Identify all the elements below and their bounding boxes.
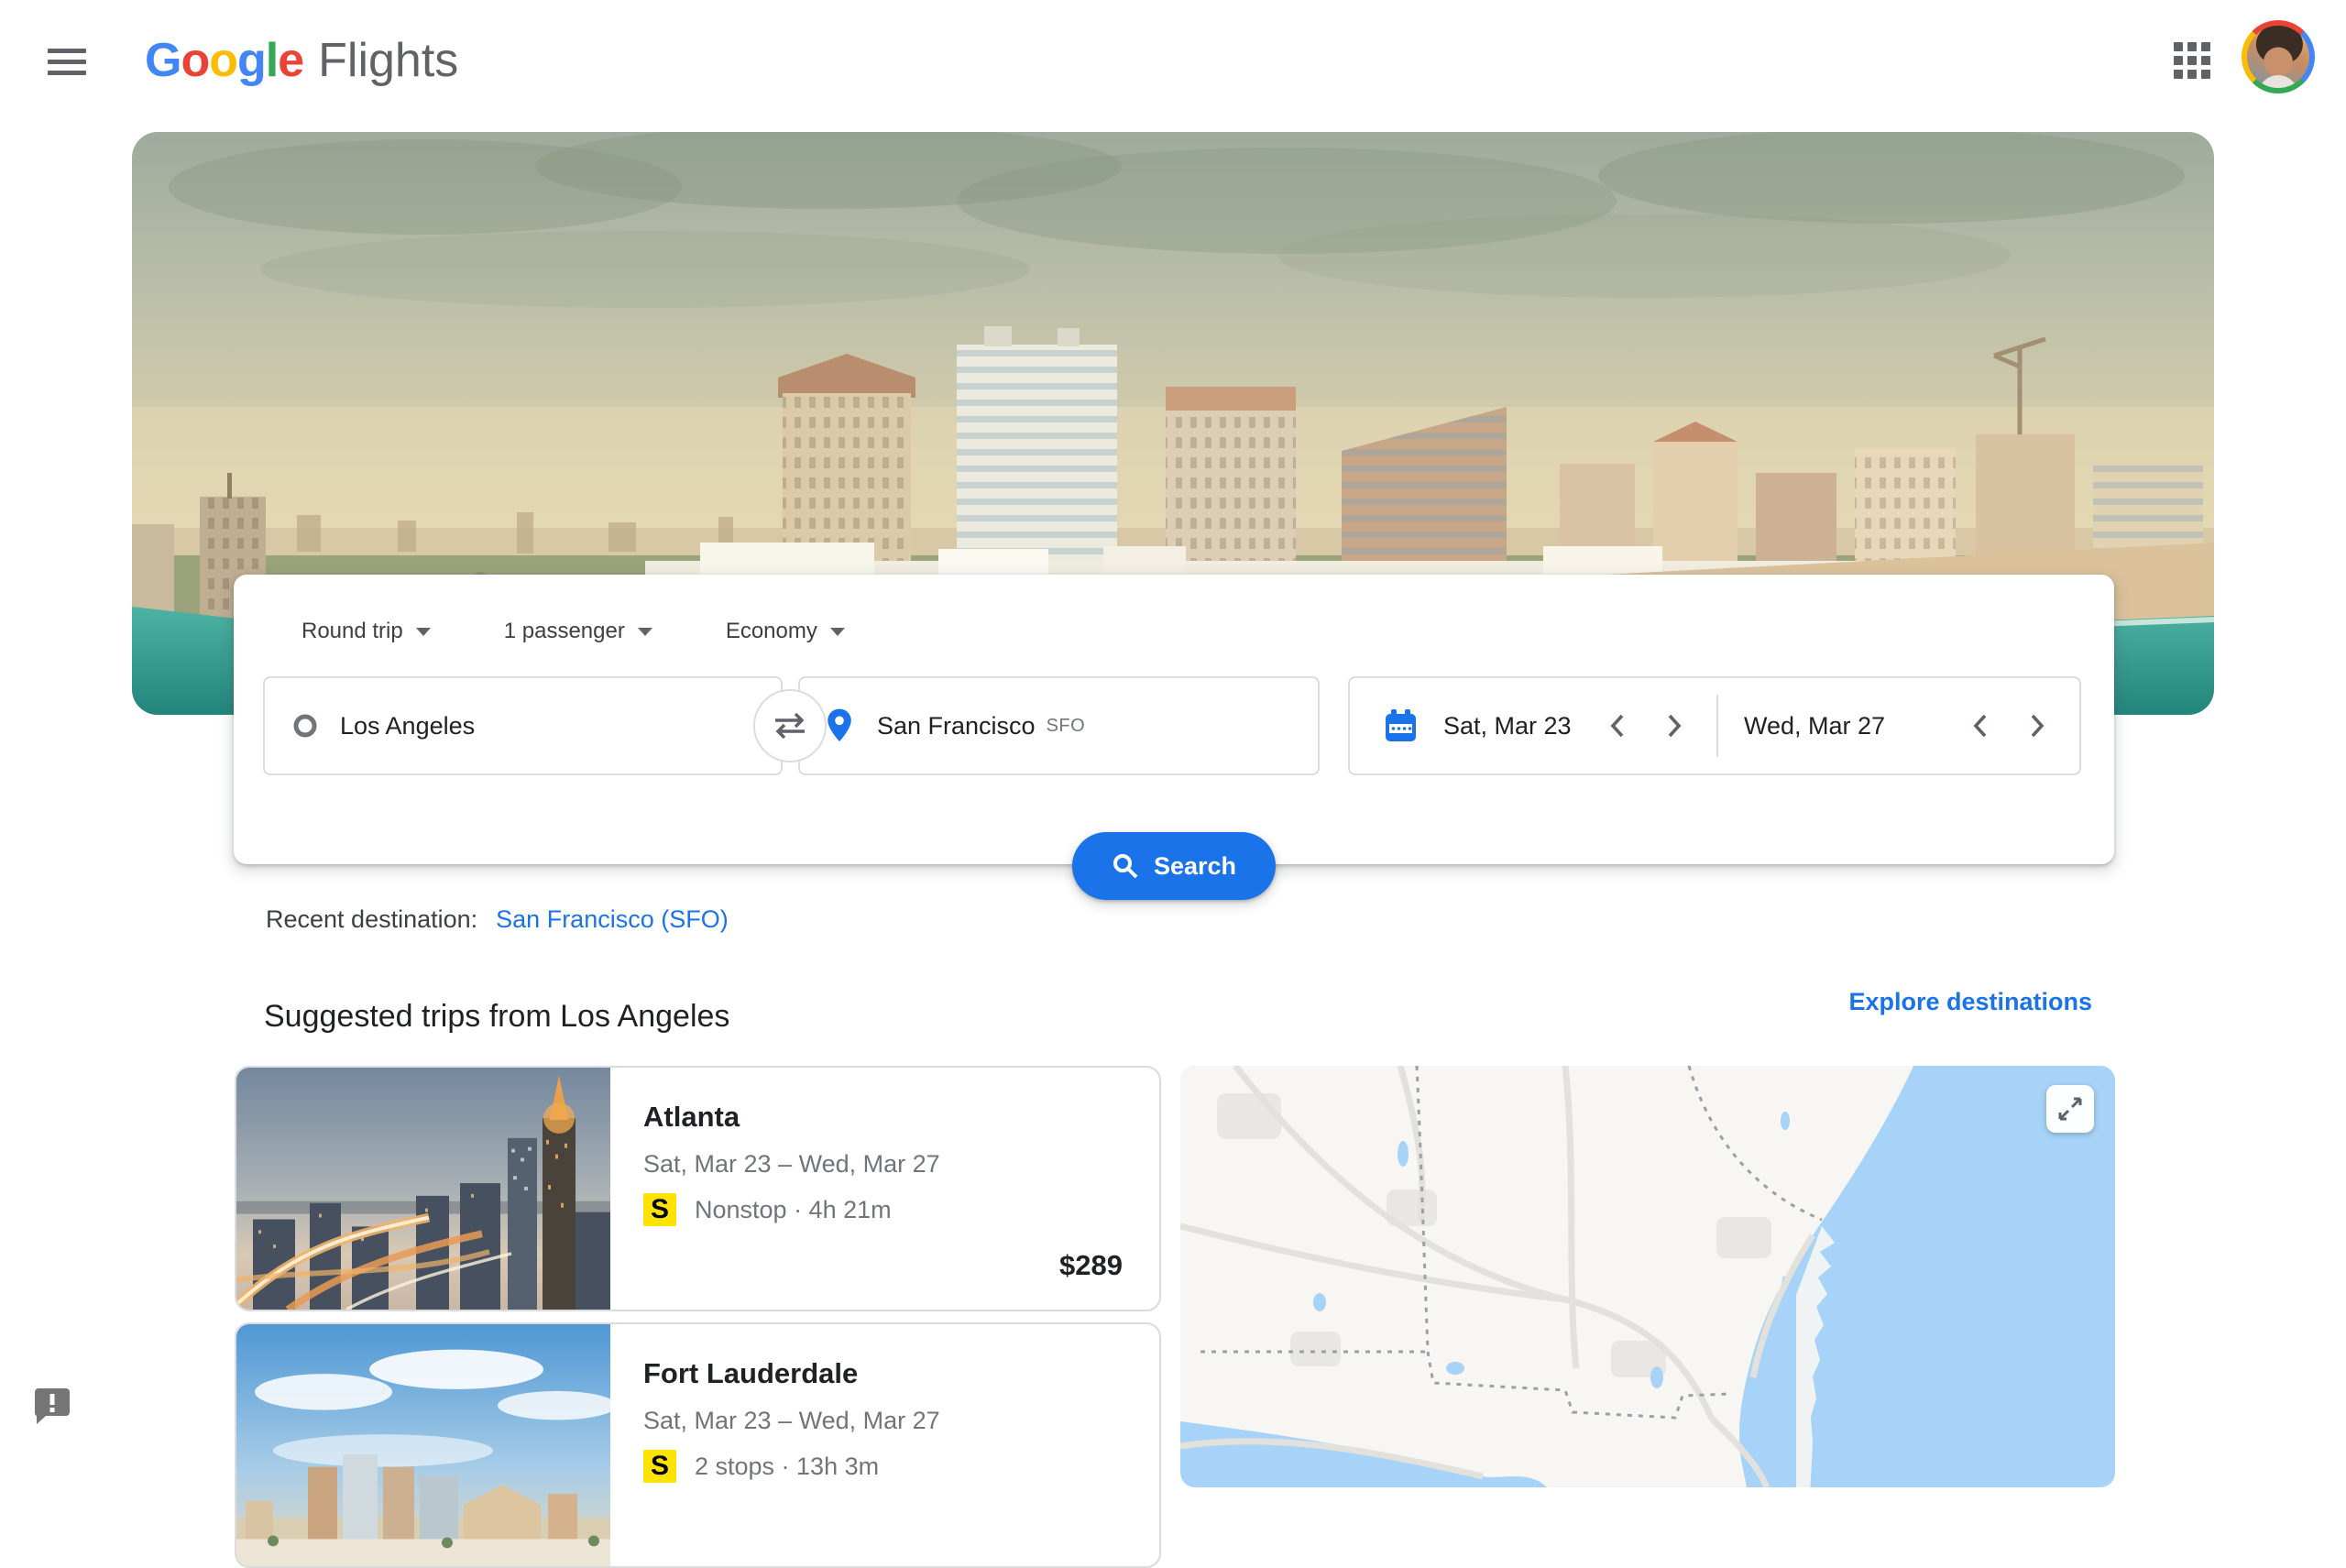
trip-thumbnail-fort-lauderdale (236, 1324, 610, 1566)
chevron-down-icon (416, 628, 431, 636)
search-icon (1112, 852, 1139, 880)
product-name: Flights (318, 33, 458, 88)
logo-letter: g (237, 33, 266, 88)
menu-line (48, 71, 86, 75)
trip-detail-row: S Nonstop · 4h 21m (643, 1193, 1123, 1226)
logo-letter: e (278, 33, 303, 88)
dates-field: Sat, Mar 23 Wed, Mar 27 (1348, 676, 2081, 775)
trip-stops-duration: 2 stops · 13h 3m (695, 1453, 879, 1481)
return-date-next-button[interactable] (2019, 707, 2055, 744)
return-date-value: Wed, Mar 27 (1744, 712, 1885, 740)
origin-circle-icon (292, 713, 318, 739)
flight-search-card: Round trip 1 passenger Economy Los Angel… (234, 575, 2114, 864)
cabin-class-dropdown[interactable]: Economy (717, 611, 854, 652)
trip-type-value: Round trip (301, 619, 403, 644)
recent-destination-label: Recent destination: (266, 905, 477, 934)
calendar-icon (1381, 707, 1420, 745)
trip-card-fort-lauderdale[interactable]: Fort Lauderdale Sat, Mar 23 – Wed, Mar 2… (235, 1322, 1161, 1568)
atlanta-skyline-illustration (236, 1068, 610, 1310)
trip-card-body: Atlanta Sat, Mar 23 – Wed, Mar 27 S Nons… (610, 1068, 1159, 1310)
trip-thumbnail-atlanta (236, 1068, 610, 1310)
origin-value: Los Angeles (340, 712, 475, 740)
fort-lauderdale-skyline-illustration (236, 1324, 610, 1566)
logo-letter: G (145, 33, 181, 88)
suggested-trips-heading: Suggested trips from Los Angeles (264, 999, 729, 1035)
search-button[interactable]: Search (1072, 832, 1276, 900)
recent-destination-row: Recent destination: San Francisco (SFO) (266, 905, 729, 934)
speech-bubble-exclamation-icon (31, 1383, 73, 1425)
return-date-steppers (1962, 707, 2055, 744)
search-options-row: Round trip 1 passenger Economy (292, 611, 854, 652)
spirit-airlines-logo: S (643, 1450, 676, 1483)
chevron-right-icon (1664, 712, 1684, 740)
trip-stops-duration: Nonstop · 4h 21m (695, 1196, 892, 1224)
fullscreen-icon (2056, 1095, 2084, 1123)
menu-line (48, 49, 86, 53)
top-app-bar: G o o g l e Flights (0, 0, 2346, 117)
departure-date-next-button[interactable] (1656, 707, 1693, 744)
destination-pin-icon (824, 707, 855, 744)
swap-origin-destination-button[interactable] (753, 689, 827, 762)
expand-map-button[interactable] (2046, 1085, 2094, 1133)
return-date[interactable]: Wed, Mar 27 (1718, 678, 2079, 773)
logo-letter: l (266, 33, 278, 88)
destination-value: San Francisco (877, 712, 1036, 740)
departure-date-value: Sat, Mar 23 (1443, 712, 1572, 740)
chevron-left-icon (1607, 712, 1628, 740)
trip-card-body: Fort Lauderdale Sat, Mar 23 – Wed, Mar 2… (610, 1324, 1159, 1566)
google-flights-logo[interactable]: G o o g l e Flights (145, 33, 458, 88)
avatar-ring (2242, 20, 2315, 93)
destination-field[interactable]: San Francisco SFO (798, 676, 1320, 775)
logo-letter: o (181, 33, 209, 88)
menu-line (48, 60, 86, 64)
logo-letter: o (209, 33, 237, 88)
account-avatar[interactable] (2242, 20, 2315, 93)
explore-destinations-link[interactable]: Explore destinations (1845, 988, 2092, 1016)
chevron-left-icon (1970, 712, 1990, 740)
map-southeast-us (1180, 1066, 2115, 1487)
swap-icon (770, 711, 810, 740)
trip-city: Atlanta (643, 1101, 1123, 1134)
departure-date[interactable]: Sat, Mar 23 (1350, 678, 1716, 773)
destination-airport-code: SFO (1047, 716, 1086, 737)
destinations-map[interactable] (1180, 1066, 2115, 1487)
trip-card-atlanta[interactable]: Atlanta Sat, Mar 23 – Wed, Mar 27 S Nons… (235, 1066, 1161, 1311)
return-date-previous-button[interactable] (1962, 707, 1999, 744)
chevron-right-icon (2027, 712, 2047, 740)
feedback-icon[interactable] (29, 1382, 75, 1428)
passengers-dropdown[interactable]: 1 passenger (495, 611, 662, 652)
trip-detail-row: S 2 stops · 13h 3m (643, 1450, 1123, 1483)
recent-destination-link[interactable]: San Francisco (SFO) (496, 905, 729, 934)
spirit-airlines-logo: S (643, 1193, 676, 1226)
chevron-down-icon (638, 628, 652, 636)
departure-date-steppers (1599, 707, 1693, 744)
cabin-class-value: Economy (726, 619, 817, 644)
trip-dates: Sat, Mar 23 – Wed, Mar 27 (643, 1150, 1123, 1179)
apps-grid-icon[interactable] (2170, 38, 2214, 82)
trip-type-dropdown[interactable]: Round trip (292, 611, 440, 652)
origin-field[interactable]: Los Angeles (263, 676, 783, 775)
passengers-value: 1 passenger (504, 619, 625, 644)
avatar-photo (2247, 26, 2309, 88)
trip-dates: Sat, Mar 23 – Wed, Mar 27 (643, 1407, 1123, 1435)
menu-icon[interactable] (44, 37, 92, 81)
departure-date-previous-button[interactable] (1599, 707, 1636, 744)
trip-price: $289 (1059, 1249, 1123, 1282)
trip-city: Fort Lauderdale (643, 1357, 1123, 1390)
chevron-down-icon (830, 628, 845, 636)
search-button-label: Search (1154, 852, 1236, 881)
